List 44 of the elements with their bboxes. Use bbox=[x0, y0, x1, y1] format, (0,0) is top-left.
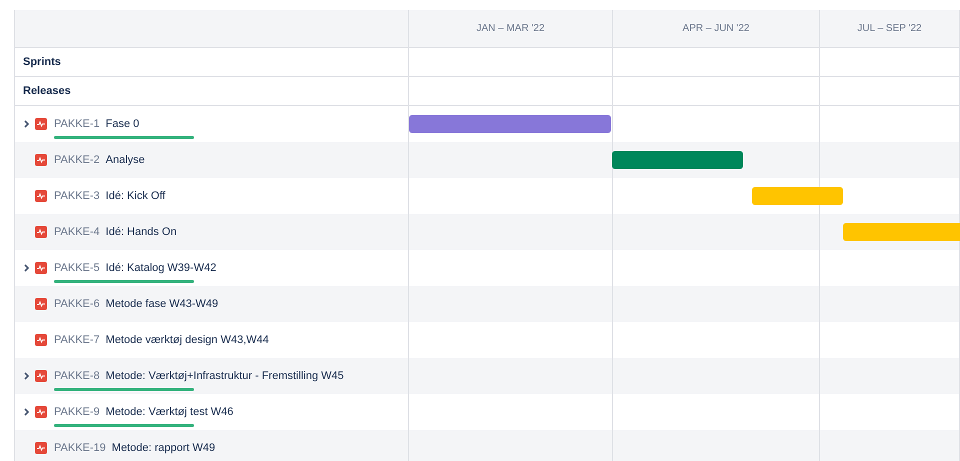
issue-key[interactable]: PAKKE-3 bbox=[54, 188, 100, 204]
issue-row[interactable]: PAKKE-6 Metode fase W43-W49 bbox=[15, 286, 408, 322]
chevron-icon[interactable] bbox=[24, 408, 30, 416]
issue-key[interactable]: PAKKE-7 bbox=[54, 332, 100, 348]
chevron-icon[interactable] bbox=[24, 264, 30, 272]
issue-row[interactable]: PAKKE-19 Metode: rapport W49 bbox=[15, 430, 408, 461]
timeline-column-header: JAN – MAR '22 bbox=[476, 22, 545, 36]
issue-row[interactable]: PAKKE-8 Metode: Værktøj+Infrastruktur - Fremstilling W45 bbox=[15, 358, 408, 394]
issue-type-icon bbox=[35, 190, 47, 202]
issue-type-icon bbox=[35, 406, 47, 418]
issue-key[interactable]: PAKKE-9 bbox=[54, 404, 100, 420]
issue-type-icon bbox=[35, 262, 47, 274]
issue-type-icon bbox=[35, 442, 47, 454]
issue-type-icon bbox=[35, 154, 47, 166]
issue-summary: Idé: Katalog W39-W42 bbox=[106, 260, 216, 276]
issue-summary: Analyse bbox=[106, 152, 145, 168]
issue-type-icon bbox=[35, 118, 47, 130]
issue-type-icon bbox=[35, 370, 47, 382]
issue-key[interactable]: PAKKE-8 bbox=[54, 368, 100, 384]
timeline-column-header: JUL – SEP '22 bbox=[857, 22, 922, 36]
issue-key[interactable]: PAKKE-2 bbox=[54, 152, 100, 168]
issue-summary: Idé: Hands On bbox=[106, 224, 177, 240]
issue-row[interactable]: PAKKE-2 Analyse bbox=[15, 142, 408, 178]
issue-type-icon bbox=[35, 334, 47, 346]
issue-key[interactable]: PAKKE-5 bbox=[54, 260, 100, 276]
issue-summary: Metode: Værktøj+Infrastruktur - Fremstilling W45 bbox=[106, 368, 344, 384]
issue-summary: Metode: Værktøj test W46 bbox=[106, 404, 234, 420]
issue-key[interactable]: PAKKE-1 bbox=[54, 116, 100, 132]
issue-key[interactable]: PAKKE-6 bbox=[54, 296, 100, 312]
issue-summary: Idé: Kick Off bbox=[106, 188, 166, 204]
issue-type-icon bbox=[35, 298, 47, 310]
issue-summary: Fase 0 bbox=[106, 116, 140, 132]
issue-key[interactable]: PAKKE-4 bbox=[54, 224, 100, 240]
section-label: Sprints bbox=[23, 54, 61, 70]
issue-summary: Metode: rapport W49 bbox=[112, 440, 216, 456]
issue-type-icon bbox=[35, 226, 47, 238]
chevron-icon[interactable] bbox=[24, 120, 30, 128]
issue-row[interactable]: PAKKE-4 Idé: Hands On bbox=[15, 214, 408, 250]
section-label: Releases bbox=[23, 84, 71, 99]
timeline-column-header: APR – JUN '22 bbox=[682, 22, 750, 36]
issue-summary: Metode fase W43-W49 bbox=[106, 296, 218, 312]
chevron-icon[interactable] bbox=[24, 372, 30, 380]
issue-key[interactable]: PAKKE-19 bbox=[54, 440, 106, 456]
issue-summary: Metode værktøj design W43,W44 bbox=[106, 332, 269, 348]
